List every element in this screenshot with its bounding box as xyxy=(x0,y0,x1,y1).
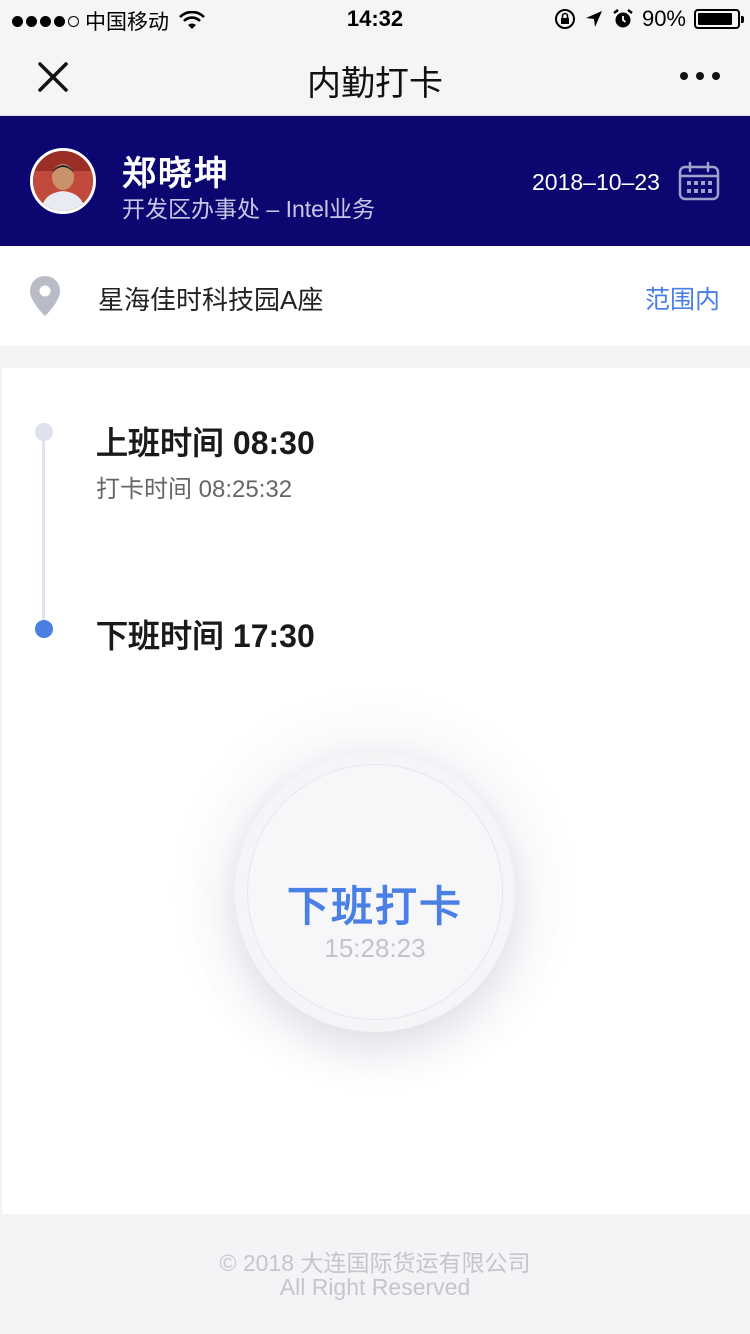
page-title: 内勤打卡 xyxy=(307,65,443,103)
battery-percent: 90% xyxy=(641,6,686,31)
battery-icon xyxy=(694,9,744,29)
timeline-dot-on-duty xyxy=(35,423,53,441)
location-arrow-icon xyxy=(585,11,602,27)
calendar-icon[interactable] xyxy=(678,161,720,201)
user-department: 开发区办事处 – Intel业务 xyxy=(122,196,376,222)
punch-out-button[interactable]: 下班打卡 15:28:23 xyxy=(235,752,515,1032)
nav-bar: 内勤打卡 xyxy=(0,38,750,116)
status-bar: 中国移动 14:32 90% xyxy=(0,0,750,38)
status-right: 90% xyxy=(554,6,744,32)
timeline-dot-off-duty xyxy=(35,620,53,638)
avatar[interactable] xyxy=(30,148,96,214)
alarm-icon xyxy=(613,9,633,28)
location-name: 星海佳时科技园A座 xyxy=(98,285,324,315)
profile-header: 郑晓坤 开发区办事处 – Intel业务 2018–10–23 xyxy=(0,116,750,246)
off-duty-time: 下班时间 17:30 xyxy=(96,618,315,654)
location-status: 范围内 xyxy=(644,286,720,314)
on-duty-punch-time: 打卡时间 08:25:32 xyxy=(96,476,293,503)
location-pin-icon xyxy=(30,276,60,316)
punch-button-label: 下班打卡 xyxy=(286,883,463,930)
footer-rights: All Right Reserved xyxy=(279,1274,471,1300)
punch-button-ring: 下班打卡 15:28:23 xyxy=(247,764,503,1020)
avatar-image xyxy=(33,151,93,211)
timeline-line xyxy=(42,432,45,628)
more-options-icon[interactable] xyxy=(680,72,720,80)
footer-copyright: © 2018 大连国际货运有限公司 xyxy=(219,1250,531,1276)
footer: © 2018 大连国际货运有限公司 All Right Reserved xyxy=(0,1214,750,1334)
current-date: 2018–10–23 xyxy=(532,169,660,195)
on-duty-time: 上班时间 08:30 xyxy=(96,425,315,461)
orientation-lock-icon xyxy=(554,9,575,29)
location-row[interactable]: 星海佳时科技园A座 范围内 xyxy=(0,246,750,346)
user-name: 郑晓坤 xyxy=(122,155,230,193)
punch-button-clock: 15:28:23 xyxy=(324,933,426,963)
